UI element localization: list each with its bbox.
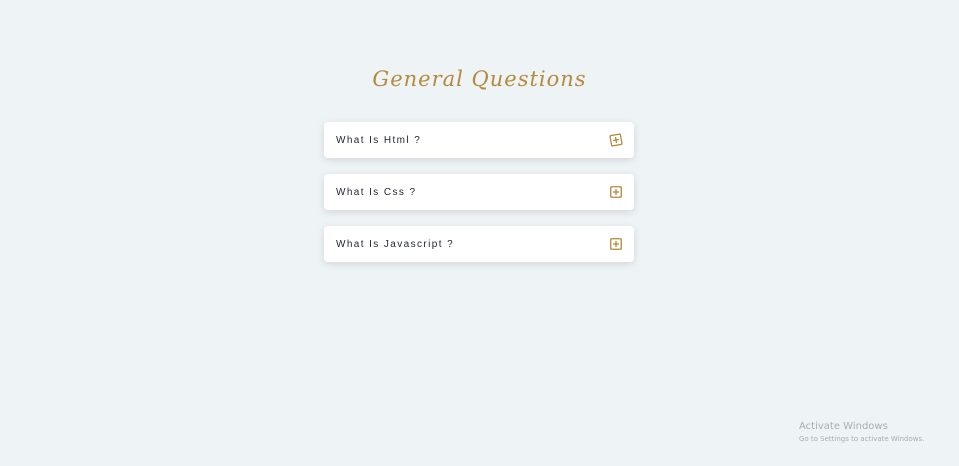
watermark-subtitle: Go to Settings to activate Windows. [799, 435, 925, 443]
plus-square-icon[interactable] [610, 238, 622, 250]
faq-question: What Is Javascript ? [336, 238, 455, 250]
plus-square-icon[interactable] [610, 186, 622, 198]
faq-question: What Is Html ? [336, 134, 422, 146]
faq-question: What Is Css ? [336, 186, 417, 198]
faq-item-html[interactable]: What Is Html ? [324, 122, 634, 158]
plus-square-icon[interactable] [609, 133, 623, 147]
page: General Questions What Is Html ? What Is… [0, 0, 959, 466]
watermark-title: Activate Windows [799, 421, 888, 432]
activate-windows-watermark: Activate Windows Go to Settings to activ… [799, 420, 924, 444]
faq-item-css[interactable]: What Is Css ? [324, 174, 634, 210]
faq-list: What Is Html ? What Is Css ? What Is Jav… [324, 122, 634, 278]
page-title: General Questions [372, 67, 587, 91]
faq-item-javascript[interactable]: What Is Javascript ? [324, 226, 634, 262]
